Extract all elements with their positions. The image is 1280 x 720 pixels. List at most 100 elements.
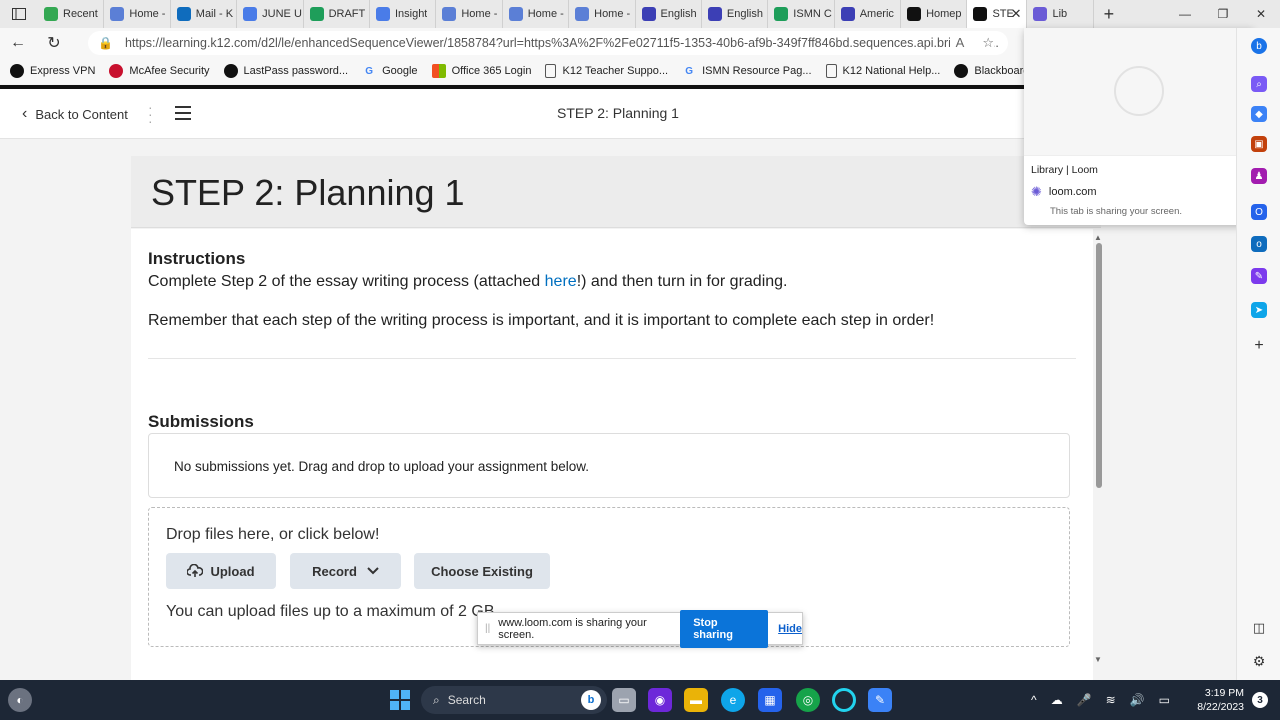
browser-tab[interactable]: DRAFT: [304, 0, 370, 28]
wifi-icon[interactable]: ≋: [1106, 693, 1116, 707]
browser-tab[interactable]: Mail - K: [171, 0, 238, 28]
drag-handle-icon[interactable]: ||: [485, 623, 490, 634]
bookmark-label: K12 National Help...: [842, 65, 941, 77]
microphone-icon[interactable]: 🎤: [1077, 693, 1092, 707]
search-icon[interactable]: ⌕: [1251, 76, 1267, 92]
browser-tab[interactable]: Recent: [38, 0, 105, 28]
hide-link[interactable]: Hide: [778, 623, 802, 635]
bookmark-item[interactable]: McAfee Security: [109, 64, 210, 78]
scroll-up-icon[interactable]: ▲: [1094, 233, 1102, 242]
briefcase-icon[interactable]: ▣: [1251, 136, 1267, 152]
pen-app-icon[interactable]: ✎: [868, 688, 892, 712]
search-icon: ⌕: [433, 692, 440, 707]
volume-icon[interactable]: 🔊: [1130, 693, 1145, 707]
bookmark-item[interactable]: LastPass password...: [223, 64, 349, 78]
store-icon[interactable]: ▦: [758, 688, 782, 712]
browser-tab[interactable]: Home -: [436, 0, 503, 28]
browser-tab[interactable]: STE ✕: [967, 0, 1028, 28]
chrome-icon[interactable]: ◎: [796, 688, 820, 712]
google-icon: G: [365, 65, 373, 77]
bookmark-label: LastPass password...: [243, 65, 349, 77]
tab-label: Recent: [63, 8, 98, 20]
browser-tab[interactable]: Homep: [901, 0, 968, 28]
teams-chat-icon[interactable]: ◉: [648, 688, 672, 712]
office-icon[interactable]: O: [1251, 204, 1267, 220]
new-tab-button[interactable]: +: [1094, 4, 1124, 25]
sharing-text: www.loom.com is sharing your screen.: [498, 616, 647, 641]
send-icon[interactable]: ➤: [1251, 302, 1267, 318]
browser-tab[interactable]: Home -: [569, 0, 636, 28]
upload-button[interactable]: Upload: [166, 553, 276, 589]
bookmark-label: Office 365 Login: [451, 65, 532, 77]
attachment-link[interactable]: here: [545, 273, 577, 290]
windows-start-icon[interactable]: [388, 688, 412, 712]
browser-tab[interactable]: English: [636, 0, 702, 28]
close-tab-icon[interactable]: ✕: [1011, 6, 1022, 22]
chevron-down-icon: [367, 567, 379, 575]
cloud-upload-icon: [187, 564, 204, 577]
taskbar-search[interactable]: ⌕ Search b: [421, 686, 607, 714]
file-explorer-icon[interactable]: ▬: [684, 688, 708, 712]
max-size-text: You can upload files up to a maximum of …: [166, 603, 499, 620]
browser-tab[interactable]: Americ: [835, 0, 902, 28]
microsoft-icon: [431, 64, 446, 78]
preview-site: ✺ loom.com: [1031, 184, 1097, 200]
instructions-text: Complete Step 2 of the essay writing pro…: [148, 273, 787, 291]
record-button[interactable]: Record: [290, 553, 401, 589]
weather-icon[interactable]: ◐: [8, 688, 32, 712]
designer-icon[interactable]: ✎: [1251, 268, 1267, 284]
browser-tab[interactable]: Insight: [370, 0, 437, 28]
close-window-icon[interactable]: ✕: [1242, 0, 1280, 28]
scrollbar[interactable]: ▲ ▼: [1094, 233, 1104, 664]
onedrive-icon[interactable]: ☁: [1051, 693, 1063, 707]
choose-existing-button[interactable]: Choose Existing: [414, 553, 550, 589]
bookmark-item[interactable]: G Google: [362, 64, 417, 78]
cortana-icon[interactable]: [832, 688, 856, 712]
preview-sharing-note: This tab is sharing your screen.: [1050, 206, 1183, 217]
hp-icon: [10, 64, 24, 78]
bookmark-item[interactable]: G ISMN Resource Pag...: [682, 64, 811, 78]
scroll-down-icon[interactable]: ▼: [1094, 655, 1102, 664]
settings-gear-icon[interactable]: ⚙: [1251, 653, 1267, 669]
browser-tab[interactable]: Lib: [1027, 0, 1094, 28]
task-view-icon[interactable]: ▭: [612, 688, 636, 712]
sidebar-toggle-icon[interactable]: ◫: [1251, 620, 1267, 636]
read-aloud-icon[interactable]: A: [956, 35, 965, 51]
favorite-star-icon[interactable]: ☆: [982, 35, 994, 51]
stop-sharing-button[interactable]: Stop sharing: [680, 609, 769, 648]
mcafee-icon: [109, 64, 124, 78]
battery-icon[interactable]: ▭: [1159, 693, 1170, 707]
bookmark-item[interactable]: K12 National Help...: [825, 64, 941, 78]
browser-tab[interactable]: Home -: [104, 0, 171, 28]
bookmark-item[interactable]: Express VPN: [10, 64, 95, 78]
browser-tab[interactable]: JUNE U: [237, 0, 304, 28]
globe-icon: [1114, 66, 1164, 116]
bookmark-item[interactable]: Office 365 Login: [431, 64, 532, 78]
chevron-up-icon[interactable]: ^: [1031, 693, 1037, 707]
upload-label: Upload: [210, 563, 255, 579]
lock-icon: 🔒: [98, 36, 113, 50]
drop-zone-text: Drop files here, or click below!: [166, 526, 380, 543]
tab-label: Home -: [461, 8, 498, 20]
clock[interactable]: 3:19 PM 8/22/2023: [1197, 686, 1244, 714]
maximize-icon[interactable]: ❐: [1204, 0, 1242, 28]
minimize-icon[interactable]: —: [1166, 0, 1204, 28]
screen-sharing-bar: || www.loom.com is sharing your screen. …: [477, 609, 803, 648]
globe-icon: [508, 7, 523, 21]
add-icon[interactable]: +: [1251, 337, 1267, 354]
tag-icon[interactable]: ◆: [1251, 106, 1267, 122]
refresh-icon[interactable]: ↻: [36, 28, 72, 58]
tab-actions-icon[interactable]: [0, 0, 38, 28]
browser-tab[interactable]: ISMN C: [768, 0, 835, 28]
back-arrow-icon[interactable]: ←: [0, 28, 36, 58]
browser-tab[interactable]: Home -: [503, 0, 570, 28]
notification-badge[interactable]: 3: [1252, 692, 1268, 708]
bing-icon[interactable]: b: [1251, 38, 1267, 54]
edge-icon[interactable]: e: [721, 688, 745, 712]
outlook-icon[interactable]: o: [1251, 236, 1267, 252]
scrollbar-thumb[interactable]: [1096, 243, 1102, 488]
browser-tab[interactable]: English: [702, 0, 769, 28]
games-icon[interactable]: ♟: [1251, 168, 1267, 184]
bookmark-item[interactable]: K12 Teacher Suppo...: [545, 64, 668, 78]
url-field[interactable]: 🔒 https://learning.k12.com/d2l/le/enhanc…: [88, 31, 1008, 55]
